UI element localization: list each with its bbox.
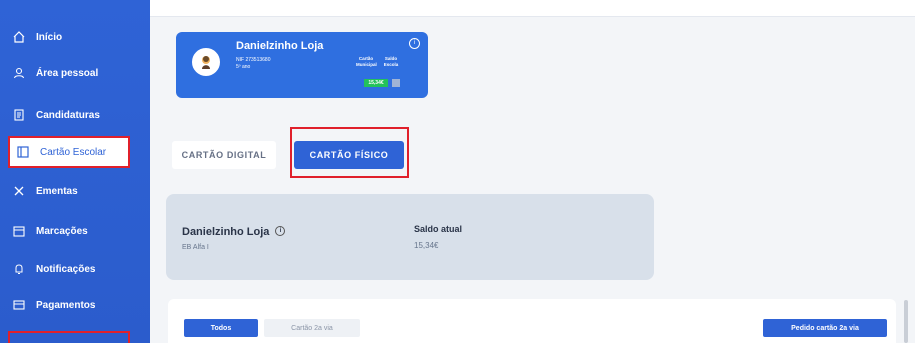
balance-label: Saldo atual bbox=[414, 224, 463, 234]
tab-highlight-outline bbox=[290, 127, 409, 178]
balance-student-name: Danielzinho Loja bbox=[182, 226, 270, 238]
sidebar-item-label: Cartão Escolar bbox=[40, 146, 107, 158]
sidebar-highlight-outline bbox=[8, 331, 130, 343]
profile-year: 5º ano bbox=[236, 64, 251, 70]
sidebar-item-ementas[interactable]: Ementas bbox=[12, 178, 138, 204]
card-balance-badge: 15,34€ bbox=[364, 79, 388, 87]
balance-student: Danielzinho Loja i bbox=[182, 226, 286, 238]
card-label: Cartão Municipal bbox=[356, 56, 377, 67]
sidebar-item-marcacoes[interactable]: Marcações bbox=[12, 218, 138, 244]
profile-nif: NIF 273513680 bbox=[236, 57, 271, 63]
calendar-icon bbox=[12, 224, 26, 238]
sidebar-item-inicio[interactable]: Início bbox=[12, 24, 138, 50]
sidebar-item-label: Área pessoal bbox=[36, 67, 99, 79]
sidebar-item-label: Candidaturas bbox=[36, 109, 100, 121]
sidebar-item-pagamentos[interactable]: Pagamentos bbox=[12, 292, 138, 318]
user-icon bbox=[12, 66, 26, 80]
sidebar-item-label: Notificações bbox=[36, 263, 96, 275]
sidebar-item-label: Ementas bbox=[36, 185, 78, 197]
home-icon bbox=[12, 30, 26, 44]
document-icon bbox=[12, 108, 26, 122]
scrollbar[interactable] bbox=[904, 300, 908, 343]
balance-card: Danielzinho Loja i EB Alfa I Saldo atual… bbox=[166, 194, 654, 280]
sidebar-item-candidaturas[interactable]: Candidaturas bbox=[12, 102, 138, 128]
sidebar-item-label: Marcações bbox=[36, 225, 88, 237]
filter-todos-button[interactable]: Todos bbox=[184, 319, 258, 337]
filter-cartao-2a-via-button[interactable]: Cartão 2a via bbox=[264, 319, 360, 337]
sidebar-item-cartao-escolar[interactable]: Cartão Escolar bbox=[8, 136, 130, 168]
profile-card: Danielzinho Loja NIF 273513680 5º ano i … bbox=[176, 32, 428, 98]
avatar bbox=[192, 48, 220, 76]
school-balance-badge bbox=[392, 79, 400, 87]
tab-cartao-digital[interactable]: CARTÃO DIGITAL bbox=[172, 141, 276, 169]
balance-label: Saldo Escola bbox=[383, 56, 399, 67]
profile-details: NIF 273513680 5º ano bbox=[236, 57, 270, 71]
sidebar: Início Área pessoal Candidaturas Cartão … bbox=[0, 0, 150, 343]
top-bar bbox=[150, 0, 915, 17]
info-icon[interactable]: i bbox=[275, 226, 286, 236]
payment-icon bbox=[12, 298, 26, 312]
sidebar-item-label: Início bbox=[36, 31, 63, 43]
utensils-icon bbox=[12, 184, 26, 198]
balance-value: 15,34€ bbox=[414, 241, 439, 250]
balance-school: EB Alfa I bbox=[182, 244, 209, 251]
sidebar-item-area-pessoal[interactable]: Área pessoal bbox=[12, 60, 138, 86]
info-icon[interactable]: i bbox=[409, 38, 420, 49]
sidebar-item-label: Pagamentos bbox=[36, 299, 96, 311]
transactions-filter-bar: Todos Cartão 2a via Pedido cartão 2a via bbox=[168, 299, 896, 343]
card-icon bbox=[16, 145, 30, 159]
sidebar-item-notificacoes[interactable]: Notificações bbox=[12, 256, 138, 282]
bell-icon bbox=[12, 262, 26, 276]
request-second-card-button[interactable]: Pedido cartão 2a via bbox=[763, 319, 887, 337]
profile-name: Danielzinho Loja bbox=[236, 40, 324, 52]
